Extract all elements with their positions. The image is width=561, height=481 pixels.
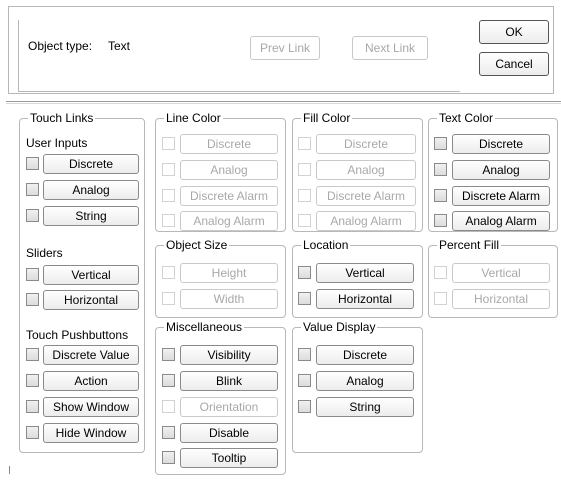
fill-analog-checkbox[interactable] [298,163,311,176]
value-analog-checkbox[interactable] [298,374,311,387]
percent-vertical-button[interactable]: Vertical [452,263,550,283]
value-discrete-button[interactable]: Discrete [316,345,414,365]
action-checkbox[interactable] [26,374,39,387]
text-analog-button[interactable]: Analog [452,160,550,180]
action-button[interactable]: Action [43,371,139,391]
fill-analog-alarm-button[interactable]: Analog Alarm [316,211,416,231]
object-type-label: Object type: [28,39,93,53]
touch-pushbuttons-label: Touch Pushbuttons [26,328,129,342]
line-discrete-button[interactable]: Discrete [180,134,278,154]
line-analog-button[interactable]: Analog [180,160,278,180]
string-input-button[interactable]: String [43,206,139,226]
fill-discrete-alarm-button[interactable]: Discrete Alarm [316,186,416,206]
string-input-checkbox[interactable] [26,209,39,222]
fill-color-title: Fill Color [301,111,353,125]
edge-mark [9,466,10,474]
location-vertical-checkbox[interactable] [298,266,311,279]
tooltip-checkbox[interactable] [162,451,175,464]
text-analog-alarm-checkbox[interactable] [434,214,447,227]
fill-discrete-button[interactable]: Discrete [316,134,416,154]
sliders-label: Sliders [26,246,63,260]
fill-analog-alarm-checkbox[interactable] [298,214,311,227]
object-size-title: Object Size [164,238,230,252]
fill-discrete-checkbox[interactable] [298,137,311,150]
analog-input-checkbox[interactable] [26,183,39,196]
discrete-input-button[interactable]: Discrete [43,154,139,174]
value-analog-button[interactable]: Analog [316,371,414,391]
tooltip-button[interactable]: Tooltip [180,448,278,468]
line-analog-alarm-checkbox[interactable] [162,214,175,227]
value-discrete-checkbox[interactable] [298,348,311,361]
line-analog-checkbox[interactable] [162,163,175,176]
width-checkbox[interactable] [162,292,175,305]
hide-window-button[interactable]: Hide Window [43,423,139,443]
text-color-title: Text Color [437,111,496,125]
orientation-button[interactable]: Orientation [180,397,278,417]
slider-horizontal-button[interactable]: Horizontal [43,290,139,310]
blink-button[interactable]: Blink [180,371,278,391]
user-inputs-label: User Inputs [26,136,88,150]
text-discrete-button[interactable]: Discrete [452,134,550,154]
discrete-value-checkbox[interactable] [26,348,39,361]
text-discrete-alarm-checkbox[interactable] [434,189,447,202]
line-analog-alarm-button[interactable]: Analog Alarm [180,211,278,231]
location-title: Location [301,238,351,252]
fill-analog-button[interactable]: Analog [316,160,416,180]
text-discrete-alarm-button[interactable]: Discrete Alarm [452,186,550,206]
prev-link-button[interactable]: Prev Link [250,36,320,60]
object-type-value: Text [108,39,131,53]
text-analog-alarm-button[interactable]: Analog Alarm [452,211,550,231]
cancel-button[interactable]: Cancel [479,52,549,76]
location-vertical-button[interactable]: Vertical [316,263,414,283]
percent-horizontal-button[interactable]: Horizontal [452,289,550,309]
line-discrete-alarm-button[interactable]: Discrete Alarm [180,186,278,206]
visibility-checkbox[interactable] [162,348,175,361]
slider-vertical-button[interactable]: Vertical [43,265,139,285]
slider-horizontal-checkbox[interactable] [26,293,39,306]
value-string-button[interactable]: String [316,397,414,417]
show-window-checkbox[interactable] [26,400,39,413]
text-discrete-checkbox[interactable] [434,137,447,150]
percent-horizontal-checkbox[interactable] [434,292,447,305]
value-display-title: Value Display [301,320,378,334]
discrete-value-button[interactable]: Discrete Value [43,345,139,365]
percent-fill-title: Percent Fill [437,238,502,252]
ok-button[interactable]: OK [479,20,549,44]
touch-links-title: Touch Links [28,111,96,125]
show-window-button[interactable]: Show Window [43,397,139,417]
divider [6,101,561,104]
line-color-title: Line Color [164,111,223,125]
next-link-button[interactable]: Next Link [352,36,428,60]
disable-button[interactable]: Disable [180,423,278,443]
hide-window-checkbox[interactable] [26,426,39,439]
miscellaneous-title: Miscellaneous [164,320,245,334]
value-string-checkbox[interactable] [298,400,311,413]
fill-discrete-alarm-checkbox[interactable] [298,189,311,202]
visibility-button[interactable]: Visibility [180,345,278,365]
text-analog-checkbox[interactable] [434,163,447,176]
height-checkbox[interactable] [162,266,175,279]
slider-vertical-checkbox[interactable] [26,268,39,281]
blink-checkbox[interactable] [162,374,175,387]
location-horizontal-button[interactable]: Horizontal [316,289,414,309]
height-button[interactable]: Height [180,263,278,283]
discrete-input-checkbox[interactable] [26,157,39,170]
location-horizontal-checkbox[interactable] [298,292,311,305]
disable-checkbox[interactable] [162,426,175,439]
percent-vertical-checkbox[interactable] [434,266,447,279]
orientation-checkbox[interactable] [162,400,175,413]
line-discrete-checkbox[interactable] [162,137,175,150]
line-discrete-alarm-checkbox[interactable] [162,189,175,202]
analog-input-button[interactable]: Analog [43,180,139,200]
width-button[interactable]: Width [180,289,278,309]
